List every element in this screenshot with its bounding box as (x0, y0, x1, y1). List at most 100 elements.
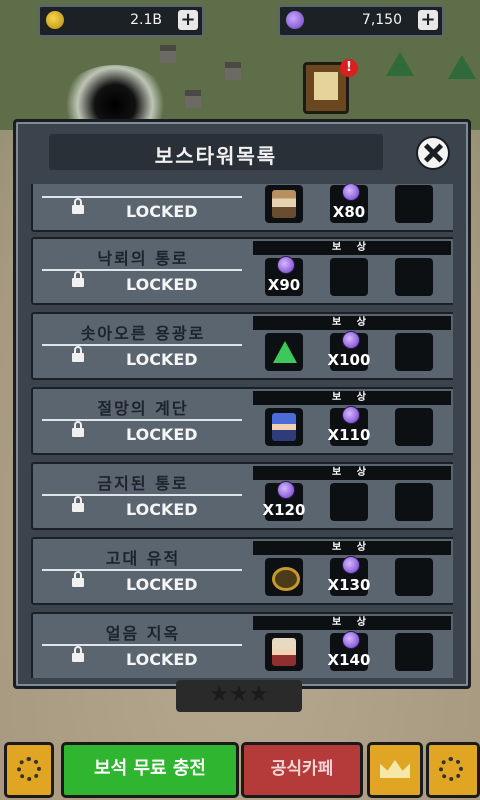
lock-icon (72, 346, 84, 362)
blue-hair-character-icon (272, 413, 296, 441)
reward-slot (265, 333, 303, 371)
modal-title: 보스타워목록 (154, 144, 278, 168)
modal-header: 보스타워목록 (49, 134, 383, 170)
reward-slot: X90 (265, 256, 303, 296)
reward-slot (265, 408, 303, 446)
tower-info: 낙뢰의 통로 LOCKED (38, 239, 248, 303)
reward-header: 보 상 (253, 541, 451, 555)
reward-slot (395, 333, 433, 371)
reward-header: 보 상 (253, 316, 451, 330)
locked-status: LOCKED (126, 275, 198, 294)
locked-status: LOCKED (126, 202, 198, 221)
locked-status: LOCKED (126, 575, 198, 594)
reward-slot: X120 (263, 481, 305, 521)
ranking-button[interactable] (367, 742, 423, 798)
crown-icon (380, 760, 410, 778)
divider (42, 494, 242, 496)
gear-button[interactable] (4, 742, 54, 798)
tower-row[interactable]: 금지된 통로 LOCKED 보 상 X120 (31, 462, 453, 530)
tower-row[interactable]: LOCKED X80 (31, 184, 453, 232)
official-cafe-button[interactable]: 공식카페 (241, 742, 363, 798)
tower-name: 얼음 지옥 (105, 624, 181, 643)
reward-slot (395, 185, 433, 223)
reward-slot (395, 633, 433, 671)
boss-tower-list-modal: 보스타워목록 LOCKED X80 낙뢰의 통로 LOCKED 보 상 X90 솟아오른 용… (13, 119, 471, 689)
tower-info: 얼음 지옥 LOCKED (38, 614, 248, 678)
settings-button[interactable] (426, 742, 480, 798)
tower-row[interactable]: 낙뢰의 통로 LOCKED 보 상 X90 (31, 237, 453, 305)
purple-gem-icon (342, 556, 360, 574)
divider (42, 344, 242, 346)
bottom-toolbar: 보석 무료 충전 공식카페 (0, 742, 480, 800)
divider (42, 269, 242, 271)
house-icon (160, 45, 176, 63)
house-icon (225, 62, 241, 80)
tower-row[interactable]: 고대 유적 LOCKED 보 상 X130 (31, 537, 453, 605)
reward-header: 보 상 (253, 466, 451, 480)
reward-quantity: X80 (332, 203, 366, 221)
reward-quantity: X110 (327, 426, 371, 444)
locked-status: LOCKED (126, 650, 198, 669)
tower-row[interactable]: 얼음 지옥 LOCKED 보 상 X140 (31, 612, 453, 678)
reward-slot (265, 558, 303, 596)
purple-gem-icon (342, 184, 360, 201)
reward-slot (265, 633, 303, 671)
quest-scroll-button[interactable]: ! (303, 59, 358, 114)
locked-status: LOCKED (126, 500, 198, 519)
locked-status: LOCKED (126, 350, 198, 369)
reward-header: 보 상 (253, 391, 451, 405)
gold-counter: 2.1B + (38, 5, 204, 37)
reward-slot: X80 (330, 184, 368, 223)
tower-name: 절망의 계단 (97, 399, 189, 418)
lock-icon (72, 198, 84, 214)
divider (42, 196, 242, 198)
reward-quantity: X90 (267, 276, 301, 294)
tower-info: LOCKED (38, 184, 248, 230)
purple-gem-icon (342, 406, 360, 424)
reward-header: 보 상 (253, 241, 451, 255)
lock-icon (72, 421, 84, 437)
reward-slot (395, 558, 433, 596)
reward-slot (265, 185, 303, 223)
tree-icon (448, 55, 476, 79)
free-gem-charge-button[interactable]: 보석 무료 충전 (61, 742, 239, 798)
divider (42, 569, 242, 571)
reward-slot: X110 (328, 406, 370, 446)
tower-name: 낙뢰의 통로 (97, 249, 189, 268)
tree-icon (386, 52, 414, 76)
settings-gear-icon (439, 757, 463, 781)
add-gems-button[interactable]: + (418, 10, 438, 30)
tower-row[interactable]: 솟아오른 용광로 LOCKED 보 상 X100 (31, 312, 453, 380)
add-gold-button[interactable]: + (178, 10, 198, 30)
tower-info: 솟아오른 용광로 LOCKED (38, 314, 248, 378)
tower-row[interactable]: 절망의 계단 LOCKED 보 상 X110 (31, 387, 453, 455)
purple-gem-icon (277, 481, 295, 499)
reward-slot (330, 258, 368, 296)
boss-tower-list[interactable]: LOCKED X80 낙뢰의 통로 LOCKED 보 상 X90 솟아오른 용광로 LOCKE… (31, 184, 453, 678)
purple-gem-icon (286, 11, 304, 29)
gear-icon (17, 757, 41, 781)
gold-coin-icon (46, 11, 64, 29)
locked-status: LOCKED (126, 425, 198, 444)
purple-gem-icon (342, 631, 360, 649)
reward-slot (395, 258, 433, 296)
reward-slot: X140 (328, 631, 370, 671)
tower-info: 절망의 계단 LOCKED (38, 389, 248, 453)
green-triangle-relic-icon (273, 341, 297, 363)
tower-name: 솟아오른 용광로 (80, 324, 206, 343)
lock-icon (72, 571, 84, 587)
divider (42, 644, 242, 646)
white-hair-character-icon (272, 638, 296, 666)
close-icon[interactable] (416, 136, 450, 170)
tower-name: 고대 유적 (105, 549, 181, 568)
reward-slot: X130 (328, 556, 370, 596)
reward-quantity: X100 (327, 351, 371, 369)
lock-icon (72, 646, 84, 662)
reward-slot: X100 (328, 331, 370, 371)
gold-value: 2.1B (130, 12, 162, 28)
reward-slot (395, 483, 433, 521)
lock-icon (72, 271, 84, 287)
reward-quantity: X130 (327, 576, 371, 594)
reward-slot (330, 483, 368, 521)
tower-name: 금지된 통로 (97, 474, 189, 493)
